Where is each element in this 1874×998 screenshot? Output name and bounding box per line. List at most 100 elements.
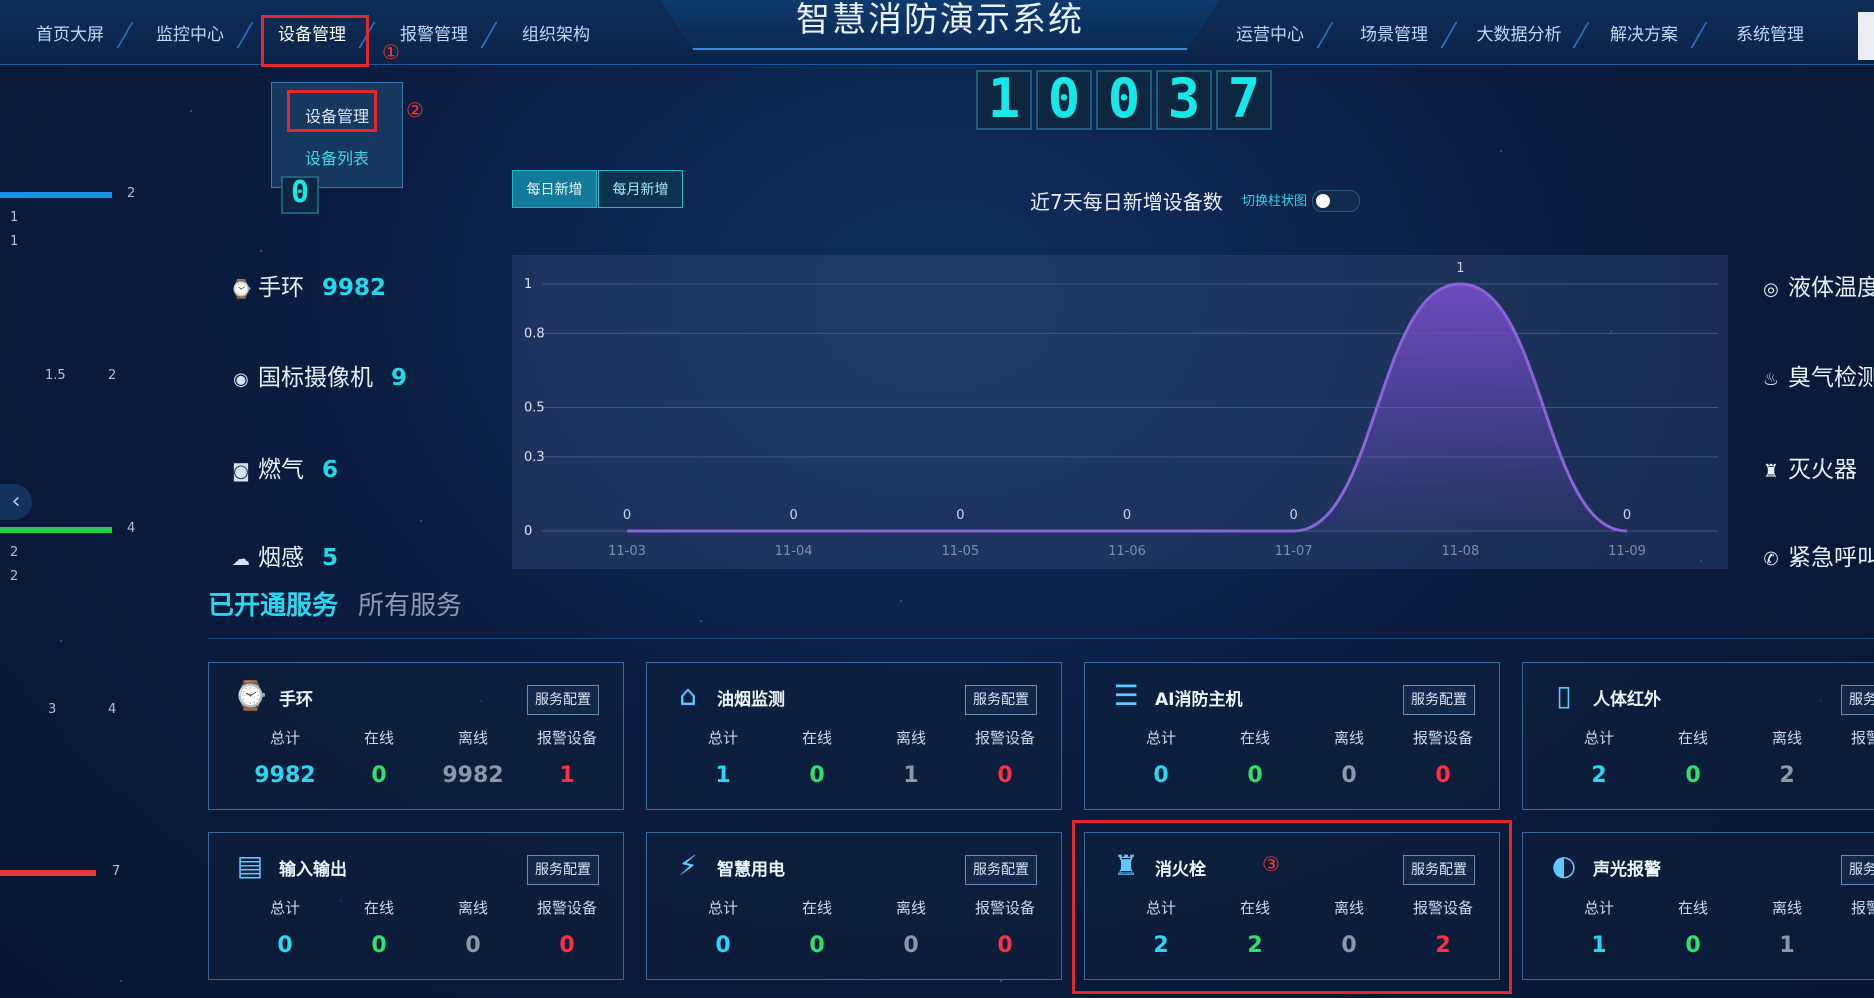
- service-config-button[interactable]: 服务配置: [965, 855, 1037, 885]
- device-stat-label: 臭气检测: [1788, 365, 1874, 391]
- sound-light-alarm-icon: ◐: [1551, 849, 1577, 882]
- service-total-value: 9982: [254, 763, 316, 788]
- left-axis-label: 7: [112, 864, 121, 879]
- device-stat-value: 5: [322, 545, 339, 571]
- left-bar-green: [0, 527, 112, 533]
- device-stat-emergency: ✆ 紧急呼叫: [1760, 538, 1874, 572]
- service-offline-value: 2: [1779, 763, 1795, 788]
- range-hood-icon: ⌂: [679, 679, 697, 712]
- annotation-three: ③: [1262, 852, 1280, 876]
- device-stat-camera: ◉ 国标摄像机 9: [230, 358, 407, 392]
- watch-icon: ⌚: [230, 279, 253, 300]
- service-card[interactable]: ▤ 输入输出 服务配置 总计 在线 离线 报警设备 0 0 0 0: [208, 832, 624, 980]
- service-col-label: 离线: [1771, 729, 1802, 747]
- chart-switch-label[interactable]: 切换柱状图: [1242, 190, 1307, 209]
- star: [190, 110, 192, 112]
- nav-scene[interactable]: 场景管理: [1344, 16, 1444, 54]
- counter-digit: 0: [1036, 70, 1092, 130]
- thermometer-icon: ◎: [1763, 279, 1779, 300]
- service-offline-value: 0: [1341, 763, 1357, 788]
- service-col-label: 在线: [801, 729, 832, 747]
- service-card[interactable]: ⚡ 智慧用电 服务配置 总计 在线 离线 报警设备 0 0 0 0: [646, 832, 1062, 980]
- left-axis-label: 4: [108, 702, 117, 717]
- electricity-icon: ⚡: [678, 849, 698, 882]
- service-config-button[interactable]: 服务配置: [1841, 855, 1874, 885]
- service-offline-value: 1: [1779, 933, 1795, 958]
- toggle-knob: [1316, 194, 1330, 208]
- page-title: 智慧消防演示系统: [796, 0, 1084, 40]
- dropdown-item-device-list[interactable]: 设备列表: [272, 145, 402, 169]
- y-tick-label: 0.8: [524, 326, 545, 341]
- left-axis-label: 1: [10, 234, 19, 249]
- star: [1000, 980, 1002, 982]
- service-card[interactable]: ☰ AI消防主机 服务配置 总计 在线 离线 报警设备 0 0 0 0: [1084, 662, 1500, 810]
- counter-digit: 0: [1096, 70, 1152, 130]
- qr-thumbnail: [1858, 12, 1874, 60]
- service-config-button[interactable]: 服务配置: [1403, 685, 1475, 715]
- service-alarm-value: 0: [559, 933, 575, 958]
- tab-monthly-new[interactable]: 每月新增: [598, 170, 683, 208]
- data-label: 0: [623, 508, 631, 523]
- left-axis-label: 3: [48, 702, 57, 717]
- service-total-value: 0: [277, 933, 293, 958]
- smoke-icon: ☁: [232, 549, 250, 570]
- x-tick-label: 11-03: [608, 544, 646, 559]
- service-col-label: 报警设备: [1850, 729, 1874, 747]
- tab-daily-new[interactable]: 每日新增: [512, 170, 597, 208]
- nav-operations[interactable]: 运营中心: [1220, 16, 1320, 54]
- service-config-button[interactable]: 服务配置: [527, 855, 599, 885]
- nav-organization[interactable]: 组织架构: [506, 16, 606, 54]
- service-col-label: 总计: [269, 899, 300, 917]
- data-label: 0: [956, 508, 964, 523]
- service-col-label: 在线: [363, 729, 394, 747]
- tab-opened-services[interactable]: 已开通服务: [208, 585, 338, 622]
- service-alarm-value: 2: [1841, 763, 1874, 788]
- annotation-two: ②: [406, 98, 424, 122]
- data-label: 0: [1123, 508, 1131, 523]
- service-col-label: 总计: [1145, 729, 1176, 747]
- extinguisher-icon: ♜: [1762, 461, 1780, 482]
- service-config-button[interactable]: 服务配置: [527, 685, 599, 715]
- nav-home[interactable]: 首页大屏: [20, 16, 120, 54]
- service-col-label: 在线: [363, 899, 394, 917]
- service-col-label: 离线: [1333, 729, 1364, 747]
- data-label: 0: [790, 508, 798, 523]
- service-col-label: 离线: [457, 729, 488, 747]
- service-alarm-value: 1: [559, 763, 575, 788]
- nav-big-data[interactable]: 大数据分析: [1462, 16, 1576, 54]
- service-online-value: 0: [1685, 763, 1701, 788]
- service-col-label: 总计: [269, 729, 300, 747]
- service-config-button[interactable]: 服务配置: [1841, 685, 1874, 715]
- nav-monitor[interactable]: 监控中心: [140, 16, 240, 54]
- service-col-label: 离线: [457, 899, 488, 917]
- service-col-label: 离线: [895, 899, 926, 917]
- star: [260, 250, 262, 252]
- service-card[interactable]: ◐ 声光报警 服务配置总计 在线 离线 报警设备 1 0 1 1: [1522, 832, 1874, 980]
- device-stat-smoke: ☁ 烟感 5: [230, 538, 338, 572]
- service-card[interactable]: ▯ 人体红外 服务配置总计 在线 离线 报警设备 2 0 2 2: [1522, 662, 1874, 810]
- service-config-button[interactable]: 服务配置: [965, 685, 1037, 715]
- star: [420, 520, 422, 522]
- service-col-label: 离线: [895, 729, 926, 747]
- left-axis-label: 1: [10, 210, 19, 225]
- camera-icon: ◉: [233, 369, 249, 390]
- nav-system[interactable]: 系统管理: [1720, 16, 1820, 54]
- left-axis-label: 2: [10, 545, 19, 560]
- gas-icon: ◙: [232, 461, 250, 482]
- tab-all-services[interactable]: 所有服务: [358, 585, 462, 622]
- service-offline-value: 0: [465, 933, 481, 958]
- service-card[interactable]: ⌚ 手环 服务配置 总计 在线 离线 报警设备 9982 0 9982 1: [208, 662, 624, 810]
- counter-digit: 7: [1216, 70, 1272, 130]
- service-col-label: 总计: [707, 899, 738, 917]
- chart-type-toggle[interactable]: [1312, 190, 1360, 212]
- device-stat-label: 紧急呼叫: [1788, 545, 1874, 571]
- io-icon: ▤: [236, 849, 264, 882]
- device-stat-liquid-temp: ◎ 液体温度: [1760, 268, 1874, 302]
- nav-solutions[interactable]: 解决方案: [1594, 16, 1694, 54]
- device-stat-label: 烟感: [258, 545, 304, 571]
- x-tick-label: 11-09: [1608, 544, 1646, 559]
- x-tick-label: 11-08: [1441, 544, 1479, 559]
- service-col-label: 报警设备: [1412, 729, 1473, 747]
- x-tick-label: 11-05: [941, 544, 979, 559]
- service-card[interactable]: ⌂ 油烟监测 服务配置 总计 在线 离线 报警设备 1 0 1 0: [646, 662, 1062, 810]
